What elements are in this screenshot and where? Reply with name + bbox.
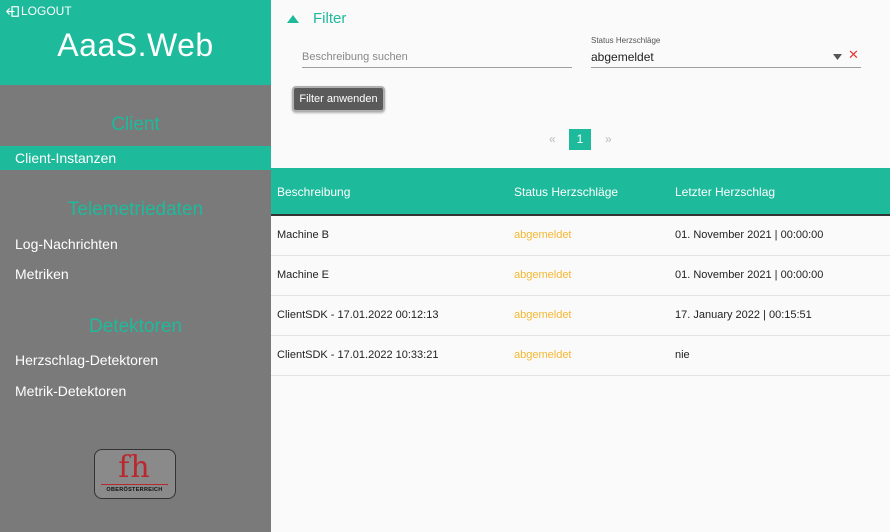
- status-select-value: abgemeldet: [591, 50, 654, 64]
- search-input[interactable]: [302, 47, 572, 67]
- sidebar-item-herzschlag-detektoren[interactable]: Herzschlag-Detektoren: [0, 348, 271, 372]
- cell-description: Machine E: [277, 269, 329, 281]
- cell-status: abgemeldet: [514, 229, 572, 241]
- main-content: Filter Status Herzschläge abgemeldet ✕ F…: [271, 0, 890, 532]
- section-title-client: Client: [111, 114, 160, 135]
- logo-subtitle: OBERÖSTERREICH: [106, 487, 163, 493]
- column-header-status[interactable]: Status Herzschläge: [514, 185, 618, 199]
- sidebar-item-metriken[interactable]: Metriken: [0, 262, 271, 286]
- search-field: [302, 47, 572, 68]
- clear-icon[interactable]: ✕: [848, 47, 859, 63]
- pagination-next[interactable]: »: [605, 132, 612, 146]
- cell-description: Machine B: [277, 229, 329, 241]
- status-select-caption: Status Herzschläge: [591, 36, 661, 45]
- brand-title: AaaS.Web: [57, 27, 214, 63]
- apply-filter-button[interactable]: Filter anwenden: [292, 86, 385, 112]
- cell-description: ClientSDK - 17.01.2022 00:12:13: [277, 309, 439, 321]
- table-header: Beschreibung Status Herzschläge Letzter …: [271, 168, 890, 216]
- logout-icon: [6, 5, 19, 17]
- filter-label: Filter: [313, 10, 347, 27]
- logo-divider: [101, 484, 168, 485]
- logout-label: LOGOUT: [21, 4, 72, 18]
- chevron-up-icon: [287, 14, 299, 23]
- dropdown-arrow-icon[interactable]: [833, 54, 842, 60]
- column-header-letzter-herzschlag[interactable]: Letzter Herzschlag: [675, 185, 775, 199]
- column-header-beschreibung[interactable]: Beschreibung: [277, 185, 350, 199]
- filter-toggle[interactable]: Filter: [287, 10, 346, 27]
- table-row[interactable]: ClientSDK - 17.01.2022 10:33:21 abgemeld…: [271, 336, 890, 376]
- sidebar-item-log-nachrichten[interactable]: Log-Nachrichten: [0, 232, 271, 256]
- fh-logo: fh OBERÖSTERREICH: [94, 449, 176, 499]
- cell-status: abgemeldet: [514, 309, 572, 321]
- cell-status: abgemeldet: [514, 349, 572, 361]
- sidebar-item-client-instanzen[interactable]: Client-Instanzen: [0, 146, 271, 170]
- cell-last-heartbeat: nie: [675, 349, 690, 361]
- sidebar: LOGOUT AaaS.Web Client Client-Instanzen …: [0, 0, 271, 532]
- cell-description: ClientSDK - 17.01.2022 10:33:21: [277, 349, 439, 361]
- table-row[interactable]: Machine B abgemeldet 01. November 2021 |…: [271, 216, 890, 256]
- logo-mark: fh: [118, 450, 151, 485]
- cell-last-heartbeat: 17. January 2022 | 00:15:51: [675, 309, 812, 321]
- brand-header: LOGOUT AaaS.Web: [0, 0, 271, 85]
- status-select[interactable]: Status Herzschläge abgemeldet ✕: [591, 36, 861, 68]
- section-title-telemetriedaten: Telemetriedaten: [67, 199, 204, 220]
- cell-status: abgemeldet: [514, 269, 572, 281]
- table-row[interactable]: Machine E abgemeldet 01. November 2021 |…: [271, 256, 890, 296]
- table-row[interactable]: ClientSDK - 17.01.2022 00:12:13 abgemeld…: [271, 296, 890, 336]
- cell-last-heartbeat: 01. November 2021 | 00:00:00: [675, 269, 824, 281]
- section-title-detektoren: Detektoren: [89, 316, 182, 337]
- logout-button[interactable]: LOGOUT: [6, 4, 72, 18]
- pagination-page-1[interactable]: 1: [569, 129, 591, 150]
- app-window: LOGOUT AaaS.Web Client Client-Instanzen …: [0, 0, 890, 532]
- pagination-prev[interactable]: «: [549, 132, 556, 146]
- sidebar-item-metrik-detektoren[interactable]: Metrik-Detektoren: [0, 379, 271, 403]
- cell-last-heartbeat: 01. November 2021 | 00:00:00: [675, 229, 824, 241]
